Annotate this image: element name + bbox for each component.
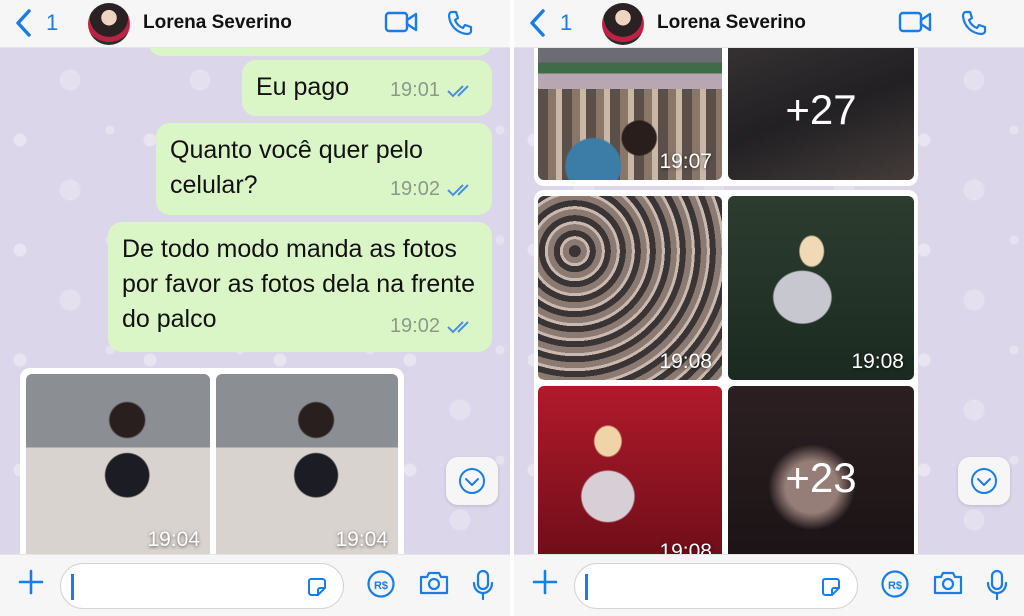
photo-thumbnail[interactable]: 19:08 bbox=[728, 196, 914, 380]
scroll-down-button[interactable] bbox=[958, 457, 1010, 505]
read-ticks-icon bbox=[447, 183, 469, 196]
photo-time: 19:08 bbox=[659, 350, 712, 373]
message-time: 19:02 bbox=[389, 178, 440, 200]
contact-name[interactable]: Lorena Severino bbox=[143, 12, 292, 34]
message-input[interactable] bbox=[60, 563, 344, 609]
message-bubble[interactable]: De todo modo manda as fotos por favor as… bbox=[108, 222, 492, 352]
message-bubble[interactable]: Eu pago 19:01 bbox=[242, 60, 492, 116]
message-meta: 19:01 bbox=[390, 73, 478, 108]
unread-count: 1 bbox=[46, 10, 59, 35]
svg-text:R$: R$ bbox=[888, 580, 902, 592]
message-time: 19:02 bbox=[389, 315, 440, 337]
message-text: Eu pago bbox=[256, 73, 350, 101]
composer-bar: R$ bbox=[0, 554, 510, 616]
pix-icon[interactable]: R$ bbox=[366, 569, 396, 599]
pix-icon[interactable]: R$ bbox=[880, 569, 910, 599]
read-ticks-icon bbox=[447, 320, 469, 333]
photo-thumbnail-more[interactable]: +27 bbox=[728, 40, 914, 180]
plus-icon[interactable] bbox=[16, 567, 46, 597]
more-photos-count: +23 bbox=[728, 386, 914, 570]
camera-icon[interactable] bbox=[932, 569, 964, 597]
photo-thumbnail[interactable]: 19:08 bbox=[538, 386, 722, 570]
phone-call-icon[interactable] bbox=[960, 9, 988, 37]
unread-count: 1 bbox=[560, 10, 573, 35]
message-meta: 19:02 bbox=[390, 309, 478, 344]
scroll-down-icon bbox=[971, 468, 997, 494]
svg-text:R$: R$ bbox=[374, 580, 388, 592]
message-meta: 19:02 bbox=[390, 172, 478, 207]
phone-call-icon[interactable] bbox=[446, 9, 474, 37]
chat-header: 1 Lorena Severino bbox=[514, 0, 1024, 48]
scroll-down-button[interactable] bbox=[446, 457, 498, 505]
photo-time: 19:04 bbox=[335, 528, 388, 551]
message-input[interactable] bbox=[574, 563, 858, 609]
sticker-icon[interactable] bbox=[819, 575, 843, 599]
back-chevron-icon bbox=[530, 9, 545, 37]
back-button[interactable]: 1 bbox=[528, 8, 572, 38]
chat-panel-right: 1 Lorena Severino 19:07 +27 19:08 19:08 … bbox=[514, 0, 1024, 616]
photo-album: 19:04 19:04 bbox=[20, 368, 404, 568]
back-chevron-icon bbox=[16, 9, 31, 37]
microphone-icon[interactable] bbox=[986, 569, 1008, 601]
message-bubble[interactable]: Quanto você quer pelo celular? 19:02 bbox=[156, 123, 492, 215]
photo-thumbnail[interactable]: 19:08 bbox=[538, 196, 722, 380]
photo-time: 19:07 bbox=[659, 150, 712, 173]
photo-time: 19:08 bbox=[851, 350, 904, 373]
photo-time: 19:04 bbox=[147, 528, 200, 551]
photo-thumbnail-more[interactable]: +23 bbox=[728, 386, 914, 570]
more-photos-count: +27 bbox=[728, 40, 914, 180]
sticker-icon[interactable] bbox=[305, 575, 329, 599]
read-ticks-icon bbox=[447, 84, 469, 97]
photo-thumbnail[interactable]: 19:07 bbox=[538, 40, 722, 180]
back-button[interactable]: 1 bbox=[14, 8, 58, 38]
avatar[interactable] bbox=[602, 3, 644, 45]
photo-album: 19:08 19:08 19:08 +23 bbox=[534, 190, 918, 590]
plus-icon[interactable] bbox=[530, 567, 560, 597]
photo-thumbnail[interactable]: 19:04 bbox=[216, 374, 398, 558]
scroll-down-icon bbox=[459, 468, 485, 494]
video-call-icon[interactable] bbox=[384, 9, 418, 35]
avatar[interactable] bbox=[88, 3, 130, 45]
contact-name[interactable]: Lorena Severino bbox=[657, 12, 806, 34]
text-caret bbox=[585, 574, 588, 600]
video-call-icon[interactable] bbox=[898, 9, 932, 35]
message-time: 19:01 bbox=[389, 79, 440, 101]
camera-icon[interactable] bbox=[418, 569, 450, 597]
microphone-icon[interactable] bbox=[472, 569, 494, 601]
text-caret bbox=[71, 574, 74, 600]
photo-thumbnail[interactable]: 19:04 bbox=[26, 374, 210, 558]
photo-album: 19:07 +27 bbox=[534, 40, 918, 186]
composer-bar: R$ bbox=[514, 554, 1024, 616]
chat-header: 1 Lorena Severino bbox=[0, 0, 510, 48]
chat-panel-left: 1 Lorena Severino Eu pago 19:01 Quanto v… bbox=[0, 0, 510, 616]
